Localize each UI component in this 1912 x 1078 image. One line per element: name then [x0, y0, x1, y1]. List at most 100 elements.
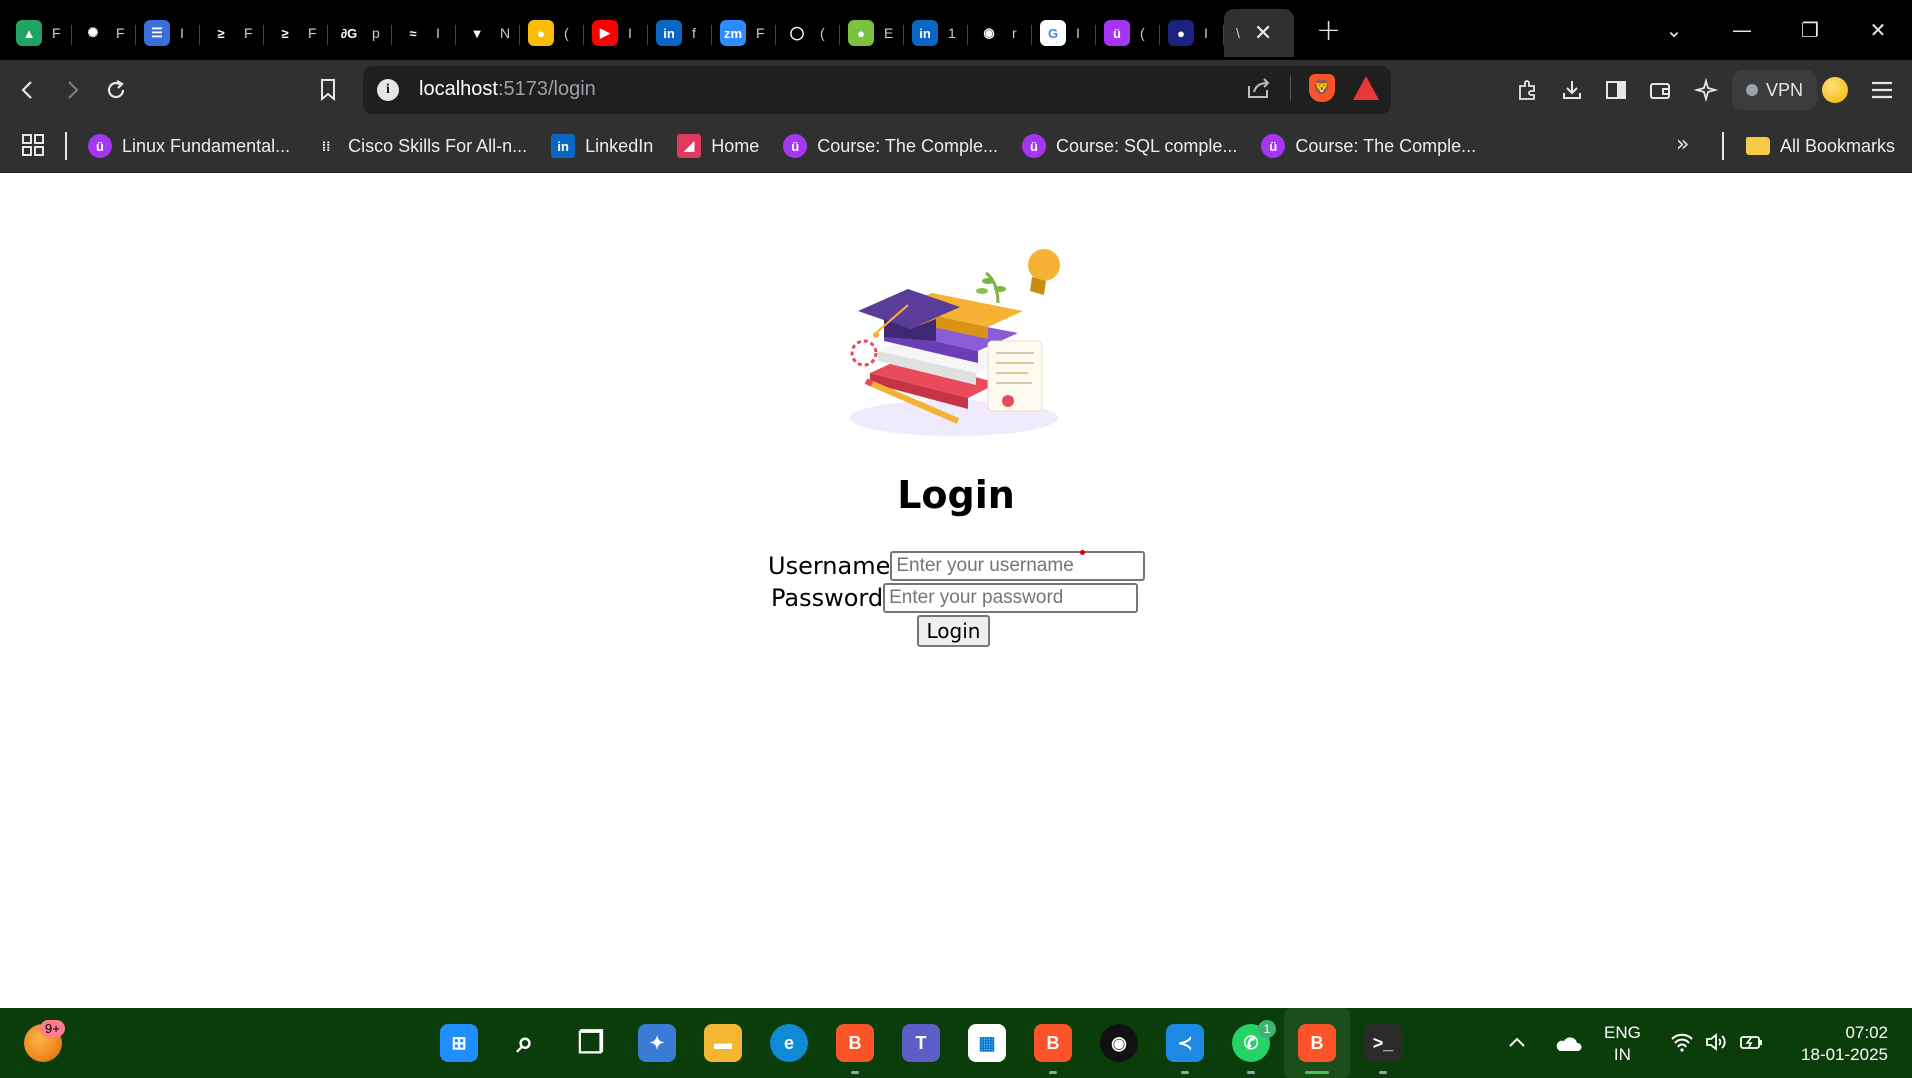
bookmark-item[interactable]: ◢ Home	[677, 134, 759, 158]
all-bookmarks-label: All Bookmarks	[1780, 135, 1896, 156]
browser-tab[interactable]: ☰ I	[136, 9, 200, 57]
reload-button[interactable]	[100, 74, 132, 106]
extensions-button[interactable]	[1512, 74, 1544, 106]
bookmark-item[interactable]: ⁞⁞ Cisco Skills For All-n...	[314, 134, 527, 158]
wifi-icon[interactable]	[1670, 1032, 1694, 1057]
back-arrow-icon	[21, 81, 32, 99]
battery-charging-icon[interactable]	[1738, 1032, 1764, 1057]
close-tab-icon[interactable]: ✕	[1254, 21, 1272, 46]
taskbar-app[interactable]: T	[888, 1008, 954, 1078]
google-icon: G	[1040, 20, 1066, 46]
system-clock[interactable]: 07:02 18-01-2025	[1801, 1022, 1888, 1066]
tab-title: (	[564, 25, 569, 41]
taskbar-app[interactable]: ⊞	[426, 1008, 492, 1078]
show-hidden-icons-button[interactable]	[1508, 1030, 1526, 1054]
tab-list-dropdown-icon[interactable]: ⌄	[1640, 18, 1708, 42]
bookmark-label: Course: The Comple...	[817, 135, 998, 156]
browser-tab[interactable]: ∂G p	[328, 9, 392, 57]
main-menu-button[interactable]	[1866, 74, 1898, 106]
browser-tab[interactable]: ▶ I	[584, 9, 648, 57]
taskbar-app[interactable]: ❐	[558, 1008, 624, 1078]
taskbar-app[interactable]: ▬	[690, 1008, 756, 1078]
minimize-button[interactable]: —	[1708, 18, 1776, 42]
restore-button[interactable]: ❐	[1776, 18, 1844, 42]
linkedin-icon: in	[551, 134, 576, 158]
new-tab-button[interactable]: +	[1316, 13, 1341, 48]
bookmark-icon	[321, 79, 335, 102]
username-input[interactable]	[890, 551, 1146, 581]
browser-tab[interactable]: in f	[648, 9, 712, 57]
folder-icon	[1746, 137, 1770, 155]
bookmark-item[interactable]: in LinkedIn	[551, 134, 653, 158]
browser-tab[interactable]: ● E	[840, 9, 904, 57]
downloads-button[interactable]	[1556, 74, 1588, 106]
taskbar-app[interactable]: B	[822, 1008, 888, 1078]
browser-tab[interactable]: ●(	[520, 9, 584, 57]
running-indicator	[1049, 1071, 1057, 1074]
password-input[interactable]	[883, 583, 1139, 613]
browser-tab[interactable]: ü(	[1096, 9, 1160, 57]
forward-button[interactable]	[56, 74, 88, 106]
onedrive-icon[interactable]	[1554, 1034, 1582, 1058]
address-bar[interactable]: i localhost:5173/login 🦁	[363, 66, 1391, 114]
more-bookmarks-button[interactable]: »	[1676, 132, 1689, 157]
divider	[1290, 75, 1291, 101]
rewards-coin-icon[interactable]	[1822, 77, 1848, 103]
windows-taskbar: 9+ ⊞ ⌕ ❐ ✦ ▬ e B T ▦ B ◉ ≺ ✆ 1 B >_ ENG IN 07:02 18-01-…	[0, 1008, 1912, 1078]
active-browser-tab[interactable]: \ ✕	[1224, 9, 1294, 57]
taskbar-app[interactable]: B	[1020, 1008, 1086, 1078]
browser-tab[interactable]: GI	[1032, 9, 1096, 57]
brave-rewards-icon[interactable]	[1353, 76, 1379, 100]
browser-tab[interactable]: zm F	[712, 9, 776, 57]
brave-shields-icon[interactable]: 🦁	[1309, 74, 1335, 102]
browser-tab[interactable]: ≥ F	[264, 9, 328, 57]
taskbar-app[interactable]: ✦	[624, 1008, 690, 1078]
browser-tab[interactable]: ◉ r	[968, 9, 1032, 57]
taskbar-app[interactable]: e	[756, 1008, 822, 1078]
browser-tab[interactable]: ◯(	[776, 9, 840, 57]
close-window-button[interactable]: ✕	[1844, 18, 1912, 42]
taskbar-app[interactable]: >_	[1350, 1008, 1416, 1078]
url-host: localhost	[419, 78, 498, 100]
edge-icon: e	[770, 1024, 808, 1062]
bookmark-item[interactable]: ü Course: SQL comple...	[1021, 134, 1237, 158]
bookmark-page-button[interactable]	[312, 74, 344, 106]
login-button[interactable]: Login	[917, 615, 990, 647]
browser-tab[interactable]: ▼ N	[456, 9, 520, 57]
browser-tab[interactable]: ≈ I	[392, 9, 456, 57]
bookmark-item[interactable]: ü Course: The Comple...	[1261, 134, 1476, 158]
input-language-indicator[interactable]: ENG IN	[1604, 1022, 1641, 1066]
browser-tab[interactable]: in 1	[904, 9, 968, 57]
wallet-button[interactable]	[1644, 74, 1676, 106]
site-info-icon[interactable]: i	[377, 79, 399, 101]
bookmark-item[interactable]: ü Course: The Comple...	[783, 134, 998, 158]
sololearn-icon: ≥	[208, 20, 234, 46]
url-text[interactable]: localhost:5173/login	[419, 78, 596, 101]
taskbar-app[interactable]: ◉	[1086, 1008, 1152, 1078]
browser-tab[interactable]: ● I	[1160, 9, 1224, 57]
taskbar-app[interactable]: ✆ 1	[1218, 1008, 1284, 1078]
page-title: Login	[897, 473, 1015, 517]
taskbar-app[interactable]: ≺	[1152, 1008, 1218, 1078]
notification-badge: 1	[1258, 1020, 1276, 1038]
browser-tab[interactable]: ▲ F	[8, 9, 72, 57]
leo-ai-button[interactable]	[1690, 74, 1722, 106]
browser-tab[interactable]: ✺ F	[72, 9, 136, 57]
running-indicator	[1305, 1071, 1329, 1074]
vpn-button[interactable]: VPN	[1732, 70, 1818, 110]
tab-title: I	[180, 25, 184, 41]
bookmark-item[interactable]: ü Linux Fundamental...	[88, 134, 290, 158]
openai-icon: ✺	[80, 20, 106, 46]
taskbar-app[interactable]: B	[1284, 1008, 1350, 1078]
sidebar-button[interactable]	[1600, 74, 1632, 106]
all-bookmarks-button[interactable]: All Bookmarks	[1746, 120, 1895, 172]
taskbar-app[interactable]: ▦	[954, 1008, 1020, 1078]
browser-tab[interactable]: ≥ F	[200, 9, 264, 57]
share-icon[interactable]	[1246, 76, 1272, 100]
apps-grid-icon[interactable]	[20, 132, 46, 158]
volume-icon[interactable]	[1704, 1032, 1728, 1057]
taskbar-app[interactable]: ⌕	[492, 1008, 558, 1078]
vscode-icon: ≺	[1166, 1024, 1204, 1062]
back-button[interactable]	[12, 74, 44, 106]
language-code: ENG	[1604, 1023, 1641, 1042]
